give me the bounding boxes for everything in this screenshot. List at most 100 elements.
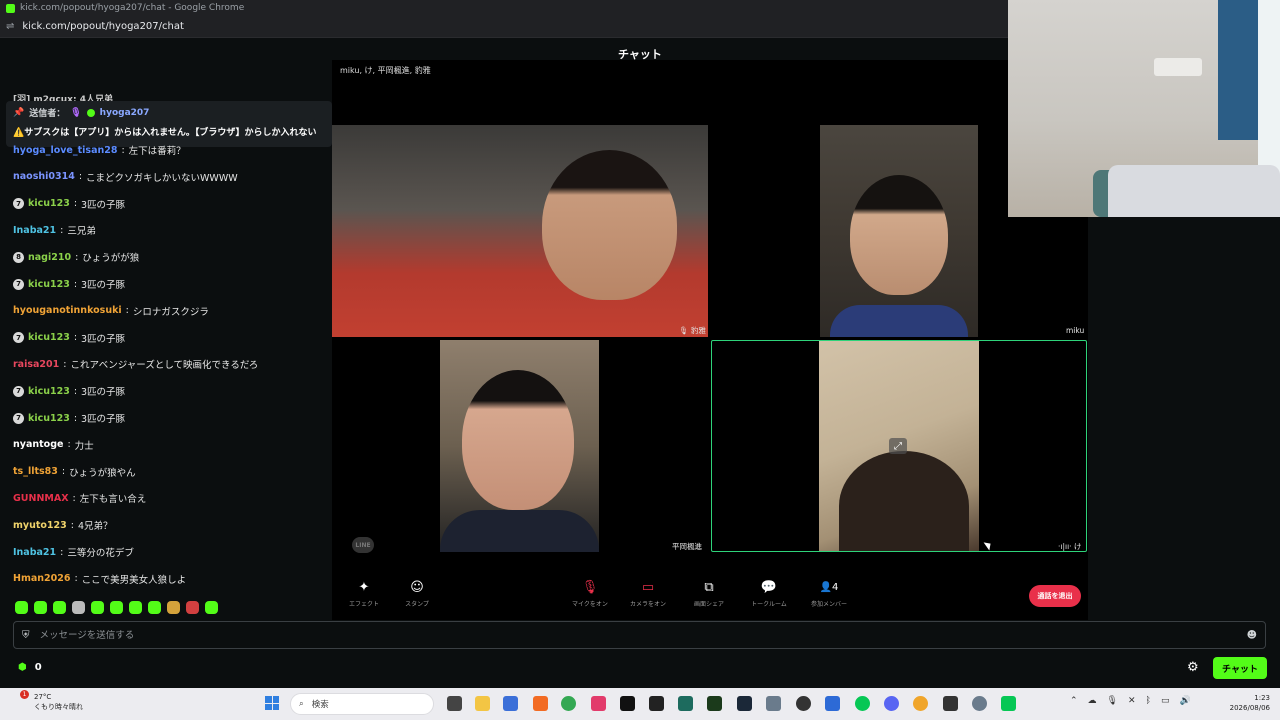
settings-icon[interactable] — [972, 696, 987, 711]
screen-share-button[interactable]: ⧉ 画面シェア — [679, 580, 739, 608]
chat-username[interactable]: Inaba21 — [13, 547, 56, 558]
app-icon[interactable] — [591, 696, 606, 711]
chat-username[interactable]: nagi210 — [28, 252, 71, 263]
pinned-sender[interactable]: hyoga207 — [100, 108, 150, 118]
chat-message[interactable]: 8 nagi210: ひょうがが狼 — [13, 250, 139, 264]
chat-username[interactable]: hyoga_love_tisan28 — [13, 145, 117, 156]
brave-browser-icon[interactable] — [533, 696, 548, 711]
chat-username[interactable]: kicu123 — [28, 279, 70, 290]
volume-icon[interactable]: 🔊 — [1179, 696, 1190, 706]
emote-icon[interactable] — [129, 601, 142, 614]
chat-input-box[interactable]: ⛨ ☻ — [13, 621, 1266, 649]
address-url[interactable]: kick.com/popout/hyoga207/chat — [22, 21, 184, 32]
emote-icon[interactable] — [167, 601, 180, 614]
app-icon[interactable] — [503, 696, 518, 711]
chat-message[interactable]: Hman2026: ここで美男美女人狼しよ — [13, 572, 186, 586]
video-tile-miku[interactable] — [820, 125, 978, 337]
chat-message[interactable]: ts_llts83: ひょうが狼やん — [13, 465, 136, 479]
bluetooth-icon[interactable]: ᛒ — [1146, 696, 1151, 706]
app-icon[interactable] — [796, 696, 811, 711]
app-icon[interactable] — [678, 696, 693, 711]
chat-username[interactable]: ts_llts83 — [13, 466, 58, 477]
chat-message[interactable]: 7 kicu123:3匹の子豚 — [13, 384, 125, 398]
steam-icon[interactable] — [737, 696, 752, 711]
address-bar[interactable]: ⇌ kick.com/popout/hyoga207/chat — [0, 16, 1008, 38]
chat-message[interactable]: 7 kicu123:3匹の子豚 — [13, 277, 125, 291]
chat-message[interactable]: naoshi0314: こまどクソガキしかいないWWWW — [13, 170, 238, 184]
chat-message[interactable]: GUNNMAX: 左下も言い合え — [13, 491, 146, 506]
app-icon[interactable] — [943, 696, 958, 711]
gear-icon[interactable]: ⚙ — [1187, 660, 1199, 675]
chat-message[interactable]: nyantoge: 力士 — [13, 438, 94, 452]
emoji-icon[interactable]: ☻ — [1247, 630, 1257, 641]
tiktok-icon[interactable] — [620, 696, 635, 711]
chat-message[interactable]: Inaba21: 三等分の花デブ — [13, 545, 134, 560]
emote-icon[interactable] — [91, 601, 104, 614]
app-icon[interactable] — [913, 696, 928, 711]
windows-start-icon[interactable] — [265, 696, 279, 710]
battery-icon[interactable]: ▭ — [1161, 696, 1170, 706]
chat-username[interactable]: kicu123 — [28, 198, 70, 209]
discord-icon[interactable] — [884, 696, 899, 711]
chat-username[interactable]: kicu123 — [28, 386, 70, 397]
line-icon[interactable] — [855, 696, 870, 711]
talk-room-button[interactable]: 💬 トークルーム — [739, 580, 799, 608]
chat-username[interactable]: GUNNMAX — [13, 493, 69, 504]
emote-icon[interactable] — [72, 601, 85, 614]
chat-message[interactable]: 7 kicu123:3匹の子豚 — [13, 411, 125, 425]
emote-icon[interactable] — [186, 601, 199, 614]
emote-icon[interactable] — [15, 601, 28, 614]
chat-username[interactable]: Inaba21 — [13, 225, 56, 236]
file-explorer-icon[interactable] — [475, 696, 490, 711]
chat-username[interactable]: naoshi0314 — [13, 171, 75, 182]
app-icon[interactable] — [825, 696, 840, 711]
chat-username[interactable]: myuto123 — [13, 520, 67, 531]
chat-message[interactable]: raisa201: これアベンジャーズとして映画化できるだろ — [13, 357, 258, 372]
close-icon[interactable]: ✕ — [1128, 696, 1136, 706]
channel-points[interactable]: ⬢ 0 — [18, 662, 42, 673]
sticker-button[interactable]: ☺ スタンプ — [387, 580, 447, 608]
chat-message[interactable]: 7 kicu123:3匹の子豚 — [13, 331, 125, 345]
participants-button[interactable]: 👤4 参加メンバー — [799, 580, 859, 608]
chat-message[interactable]: 7 kicu123:3匹の子豚 — [13, 197, 125, 211]
taskbar-search[interactable]: ⌕ 検索 — [290, 693, 434, 715]
camera-toggle-button[interactable]: ▭ カメラをオン — [618, 580, 678, 608]
line-icon[interactable] — [1001, 696, 1016, 711]
app-icon[interactable] — [707, 696, 722, 711]
chat-username[interactable]: hyouganotinnkosuki — [13, 305, 122, 316]
chat-message[interactable]: myuto123:4兄弟？ — [13, 518, 113, 533]
chat-username[interactable]: nyantoge — [13, 439, 63, 450]
video-tile-hiraoka[interactable] — [440, 340, 599, 552]
site-info-icon[interactable]: ⇌ — [6, 21, 14, 32]
shield-icon[interactable]: ⛨ — [22, 630, 30, 641]
chrome-icon[interactable] — [561, 696, 576, 711]
video-tile-main[interactable] — [332, 125, 708, 337]
leave-call-button[interactable]: 通話を退出 — [1029, 585, 1081, 607]
emote-icon[interactable] — [53, 601, 66, 614]
mic-toggle-button[interactable]: 🎙 マイクをオン — [560, 580, 620, 608]
chat-username[interactable]: kicu123 — [28, 332, 70, 343]
chat-message[interactable]: Inaba21: 三兄弟 — [13, 223, 96, 238]
chat-message[interactable]: hyoga_love_tisan28: 左下は番莉？ — [13, 143, 186, 158]
chat-username[interactable]: raisa201 — [13, 359, 59, 370]
chat-message-input[interactable] — [39, 629, 1237, 641]
emote-icon[interactable] — [148, 601, 161, 614]
mic-icon[interactable]: 🎙 — [1107, 696, 1118, 706]
taskbar-clock[interactable]: 1:23 2026/08/06 — [1222, 693, 1270, 713]
app-icon[interactable] — [766, 696, 781, 711]
cloud-icon[interactable]: ☁ — [1088, 696, 1097, 706]
chat-username[interactable]: kicu123 — [28, 413, 70, 424]
expand-icon[interactable]: ⤢ — [889, 438, 907, 454]
effect-button[interactable]: ✦ エフェクト — [334, 580, 394, 608]
emote-icon[interactable] — [205, 601, 218, 614]
chat-username[interactable]: Hman2026 — [13, 573, 70, 584]
app-icon[interactable] — [649, 696, 664, 711]
emote-icon[interactable] — [34, 601, 47, 614]
send-chat-button[interactable]: チャット — [1213, 657, 1267, 679]
task-view-icon[interactable] — [447, 696, 462, 711]
emote-icon[interactable] — [110, 601, 123, 614]
chevron-up-icon[interactable]: ⌃ — [1070, 696, 1078, 706]
pinned-message[interactable]: 📌 送信者： 🎙 hyoga207 ⚠️サブスクは【アプリ】からは入れません。【… — [6, 101, 332, 147]
chat-message-list[interactable]: hyoga_love_tisan28: 左下は番莉？ naoshi0314: こまどク… — [0, 143, 330, 593]
chat-message[interactable]: hyouganotinnkosuki: シロナガスクジラ — [13, 304, 209, 318]
